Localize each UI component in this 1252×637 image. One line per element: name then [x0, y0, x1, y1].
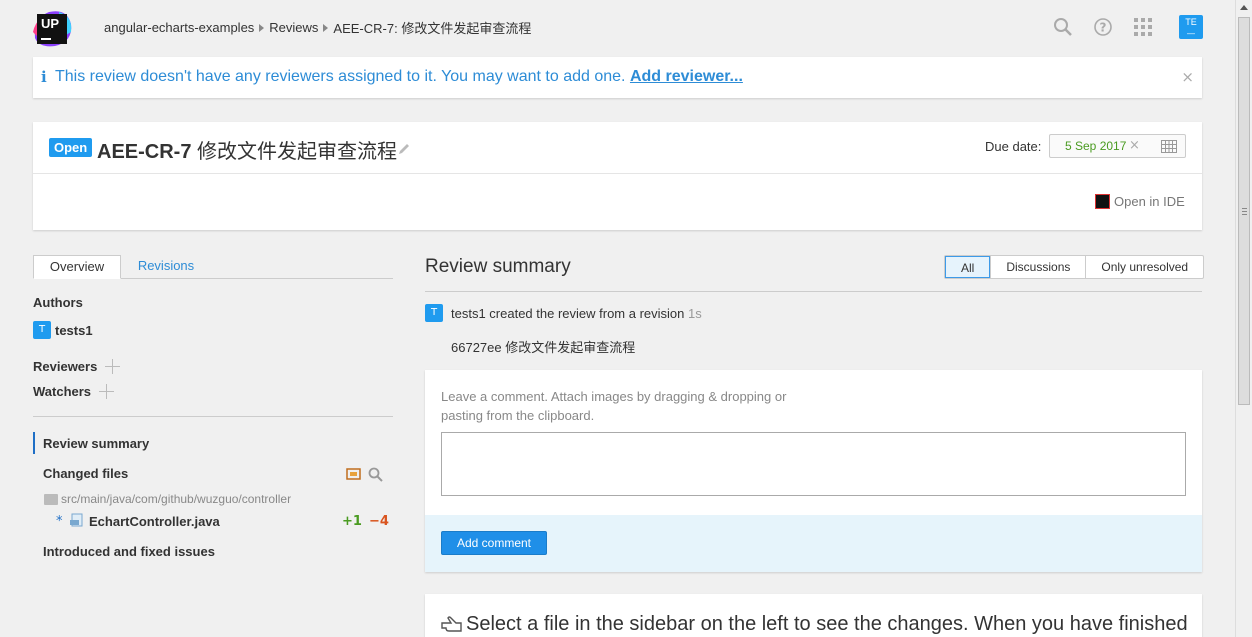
svg-text:?: ?	[1100, 21, 1107, 35]
review-title: AEE-CR-7 修改文件发起审查流程	[97, 135, 397, 164]
sidebar-tabs: Overview Revisions	[33, 255, 393, 279]
no-reviewers-banner: i This review doesn't have any reviewers…	[33, 57, 1202, 98]
add-reviewer-link[interactable]: Add reviewer...	[630, 68, 743, 85]
close-icon[interactable]: ×	[1181, 68, 1194, 86]
file-modified-marker: *	[56, 514, 63, 529]
due-date-label: Due date:	[985, 139, 1042, 154]
clear-date-icon[interactable]: ×	[1129, 138, 1140, 153]
filter-discussions[interactable]: Discussions	[990, 256, 1085, 278]
java-file-icon	[70, 513, 83, 527]
event-description: tests1 created the review from a revisio…	[451, 306, 702, 321]
comment-hint: Leave a comment. Attach images by draggi…	[441, 389, 787, 423]
active-nav-indicator	[33, 432, 35, 454]
logo-text: UP	[41, 16, 60, 31]
open-in-ide-label: Open in IDE	[1114, 194, 1185, 209]
authors-heading: Authors	[33, 295, 83, 310]
event-time: 1s	[688, 306, 702, 321]
changed-files-path: src/main/java/com/github/wuzguo/controll…	[61, 492, 292, 506]
comment-input[interactable]	[441, 432, 1186, 496]
breadcrumb-project[interactable]: angular-echarts-examples	[104, 20, 254, 35]
folder-view-icon[interactable]	[346, 467, 361, 481]
scrollbar-thumb[interactable]	[1238, 17, 1250, 405]
reviewers-heading: Reviewers	[33, 359, 98, 374]
tab-overview[interactable]: Overview	[33, 255, 121, 279]
filter-only-unresolved[interactable]: Only unresolved	[1085, 256, 1203, 278]
review-name: 修改文件发起审查流程	[197, 141, 398, 163]
comment-card: Leave a comment. Attach images by draggi…	[425, 370, 1202, 572]
search-icon[interactable]	[1053, 17, 1073, 37]
user-avatar-initials: TE	[1185, 17, 1197, 27]
intellij-icon	[1095, 194, 1110, 209]
author-name[interactable]: tests1	[55, 323, 93, 338]
watchers-heading: Watchers	[33, 384, 92, 399]
add-reviewer-plus-icon[interactable]	[105, 359, 120, 374]
changed-file-name[interactable]: EchartController.java	[89, 514, 220, 529]
event-avatar: T	[425, 304, 443, 322]
edit-pencil-icon[interactable]	[397, 142, 411, 156]
add-watcher-plus-icon[interactable]	[99, 384, 114, 399]
breadcrumb-current: AEE-CR-7: 修改文件发起审查流程	[333, 21, 532, 36]
breadcrumb-reviews[interactable]: Reviews	[269, 20, 318, 35]
scroll-up-arrow-icon[interactable]	[1240, 5, 1248, 10]
nav-changed-files[interactable]: Changed files	[43, 466, 128, 481]
breadcrumb-separator-icon	[323, 23, 329, 32]
help-icon[interactable]: ?	[1093, 17, 1113, 37]
author-avatar: T	[33, 321, 51, 339]
search-files-icon[interactable]	[368, 467, 383, 482]
nav-issues[interactable]: Introduced and fixed issues	[43, 544, 215, 559]
tab-revisions[interactable]: Revisions	[121, 255, 211, 279]
apps-grid-icon[interactable]	[1133, 17, 1153, 37]
due-date-value: 5 Sep 2017	[1065, 139, 1127, 153]
page-scrollbar[interactable]	[1235, 0, 1252, 637]
review-id: AEE-CR-7	[97, 141, 192, 163]
banner-message: This review doesn't have any reviewers a…	[55, 68, 626, 85]
due-date-picker[interactable]: 5 Sep 2017 ×	[1049, 134, 1186, 158]
select-file-hint-card: Select a file in the sidebar on the left…	[425, 594, 1202, 637]
status-badge: Open	[49, 138, 93, 157]
filter-all[interactable]: All	[945, 256, 991, 278]
lines-added: +1	[342, 514, 362, 529]
nav-review-summary[interactable]: Review summary	[43, 436, 149, 451]
user-avatar[interactable]: TE —	[1179, 15, 1203, 39]
info-icon: i	[41, 68, 47, 86]
lines-removed: −4	[369, 514, 389, 529]
review-header-card: Open AEE-CR-7 修改文件发起审查流程 Due date: 5 Sep…	[33, 122, 1202, 230]
breadcrumb: angular-echarts-examples Reviews AEE-CR-…	[104, 18, 531, 37]
commit-message[interactable]: 66727ee 修改文件发起审查流程	[451, 337, 635, 356]
open-in-ide-button[interactable]: Open in IDE	[1095, 194, 1185, 209]
select-file-hint: Select a file in the sidebar on the left…	[466, 613, 1188, 635]
discussion-filter: All Discussions Only unresolved	[944, 255, 1205, 279]
breadcrumb-separator-icon	[259, 23, 265, 32]
pointing-hand-icon	[441, 616, 462, 632]
review-summary-title: Review summary	[425, 256, 571, 277]
add-comment-button[interactable]: Add comment	[441, 531, 547, 555]
calendar-icon[interactable]	[1161, 140, 1177, 153]
folder-icon	[44, 494, 58, 505]
app-logo[interactable]: UP	[31, 8, 73, 48]
